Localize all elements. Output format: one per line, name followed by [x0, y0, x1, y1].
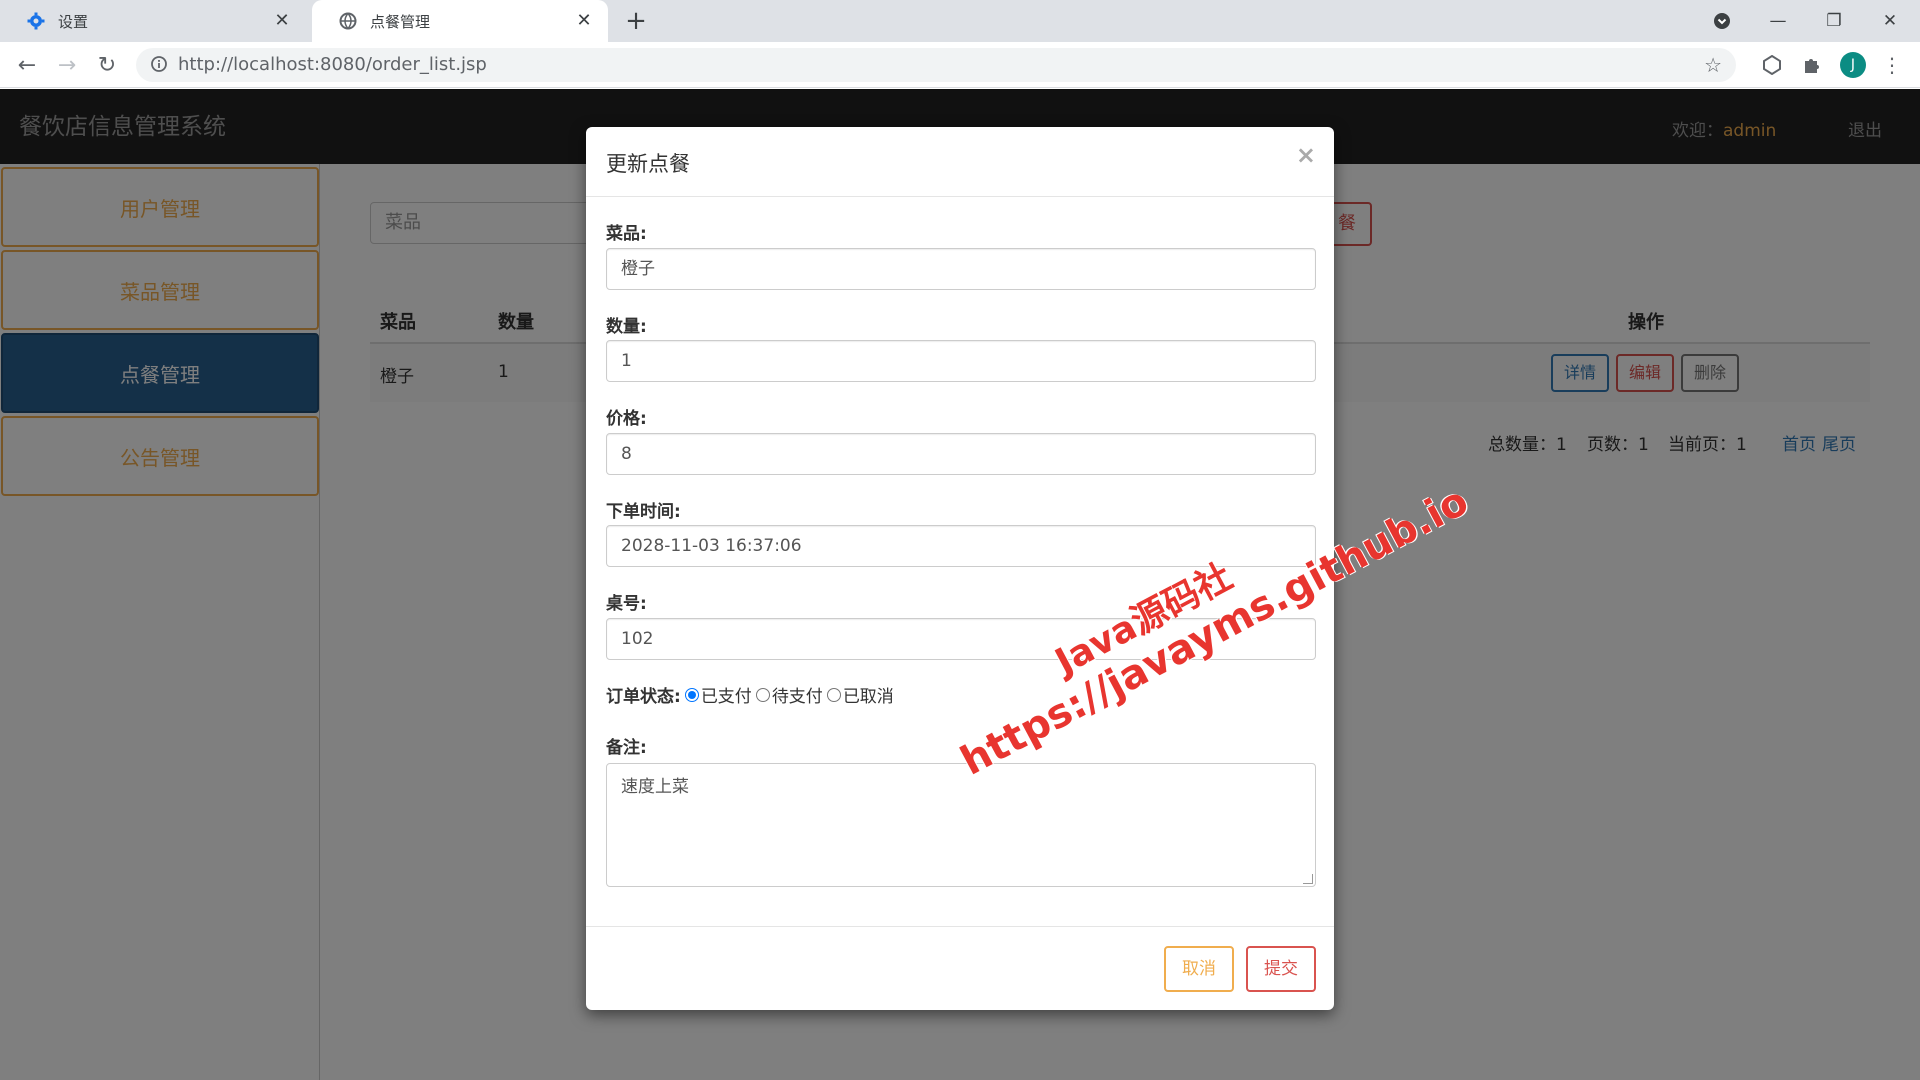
- order-status-group: 订单状态: 已支付 待支付 已取消: [606, 682, 898, 707]
- order-time-field[interactable]: 2028-11-03 16:37:06: [606, 525, 1316, 567]
- close-icon[interactable]: ✕: [574, 11, 594, 31]
- reload-icon[interactable]: ↻: [92, 50, 122, 80]
- bookmark-star-icon[interactable]: ☆: [1704, 53, 1722, 77]
- tab-order-label: 点餐管理: [370, 12, 431, 31]
- dish-field[interactable]: 橙子: [606, 248, 1316, 290]
- status-radio-pending[interactable]: [755, 687, 770, 702]
- browser-tabstrip: 设置 ✕ 点餐管理 ✕ + — ❐ ✕: [0, 0, 1920, 42]
- back-icon[interactable]: ←: [12, 50, 42, 80]
- status-pending-label: 待支付: [771, 687, 823, 707]
- status-paid-label: 已支付: [700, 687, 752, 707]
- new-tab-button[interactable]: +: [622, 8, 650, 36]
- modal-title: 更新点餐: [606, 152, 690, 176]
- note-textarea[interactable]: 速度上菜: [606, 763, 1316, 887]
- modal-footer: 取消 提交: [586, 926, 1334, 1010]
- status-cancelled-label: 已取消: [842, 687, 894, 707]
- globe-icon: [338, 11, 358, 31]
- order-status-label: 订单状态:: [606, 687, 681, 707]
- more-menu-icon[interactable]: ⋮: [1882, 52, 1902, 78]
- minimize-icon[interactable]: —: [1750, 0, 1806, 42]
- resize-handle-icon[interactable]: [1303, 874, 1313, 884]
- tab-order-management[interactable]: 点餐管理 ✕: [312, 0, 608, 42]
- price-field[interactable]: 8: [606, 433, 1316, 475]
- close-icon[interactable]: ✕: [272, 11, 292, 31]
- tab-settings-label: 设置: [58, 12, 89, 31]
- table-number-label: 桌号:: [606, 594, 647, 614]
- restore-icon[interactable]: ❐: [1806, 0, 1862, 42]
- address-bar[interactable]: http://localhost:8080/order_list.jsp ☆: [136, 48, 1736, 82]
- qty-label: 数量:: [606, 317, 647, 337]
- window-close-icon[interactable]: ✕: [1862, 0, 1918, 42]
- profile-avatar[interactable]: J: [1840, 52, 1866, 78]
- modal-header: 更新点餐 ×: [586, 127, 1334, 197]
- note-label: 备注:: [606, 738, 647, 758]
- cancel-button[interactable]: 取消: [1164, 946, 1234, 992]
- note-text: 速度上菜: [621, 777, 689, 797]
- tab-search-icon[interactable]: [1694, 0, 1750, 42]
- url-text: http://localhost:8080/order_list.jsp: [178, 54, 487, 75]
- close-icon[interactable]: ×: [1296, 141, 1316, 169]
- tab-settings[interactable]: 设置 ✕: [0, 0, 306, 42]
- info-icon[interactable]: [150, 55, 170, 75]
- order-time-label: 下单时间:: [606, 502, 681, 522]
- status-radio-paid[interactable]: [684, 687, 699, 702]
- dish-label: 菜品:: [606, 224, 647, 244]
- submit-button[interactable]: 提交: [1246, 946, 1316, 992]
- qty-field[interactable]: 1: [606, 340, 1316, 382]
- table-number-field[interactable]: 102: [606, 618, 1316, 660]
- gear-icon: [26, 11, 46, 31]
- extension-icon[interactable]: [1760, 53, 1784, 77]
- forward-icon[interactable]: →: [52, 50, 82, 80]
- puzzle-icon[interactable]: [1800, 53, 1824, 77]
- price-label: 价格:: [606, 409, 647, 429]
- browser-toolbar: ← → ↻ http://localhost:8080/order_list.j…: [0, 42, 1920, 88]
- status-radio-cancelled[interactable]: [826, 687, 841, 702]
- update-order-modal: 更新点餐 × 菜品: 橙子 数量: 1 价格: 8 下单时间: 2028-11-…: [586, 127, 1334, 1010]
